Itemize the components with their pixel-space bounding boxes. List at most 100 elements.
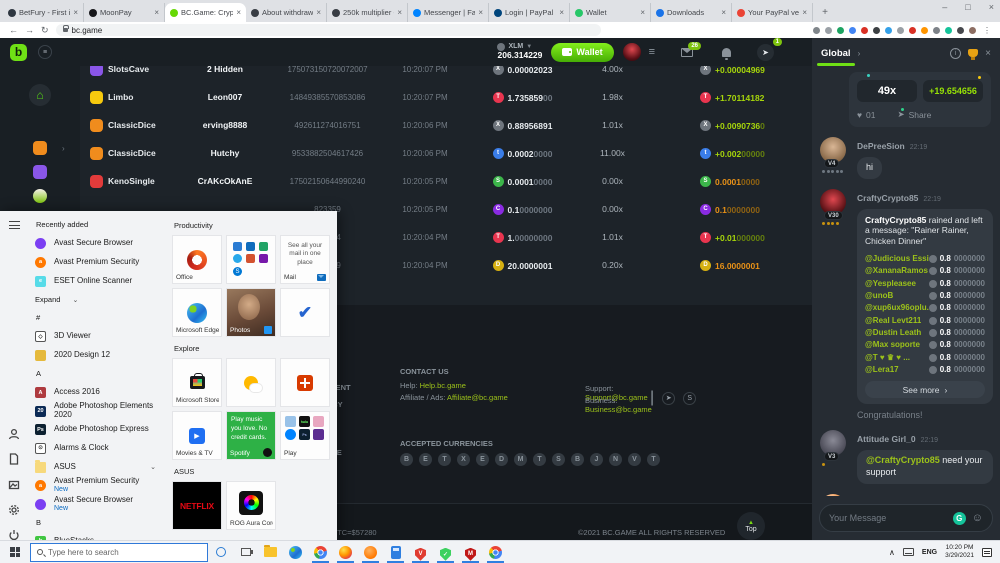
tile-photos[interactable]: Photos — [226, 288, 276, 337]
chevron-down-icon[interactable]: ⌄ — [150, 463, 156, 471]
search-input[interactable] — [48, 548, 201, 557]
wallet-button[interactable]: Wallet — [551, 43, 613, 62]
extension-icon[interactable] — [897, 27, 904, 34]
taskbar-app-icon[interactable] — [333, 541, 358, 563]
recipient-name[interactable]: @xup6ux96oplu... — [865, 303, 929, 313]
browser-tab[interactable]: Wallet × — [570, 3, 651, 22]
tile-office[interactable]: Office — [172, 235, 222, 284]
menu-icon[interactable] — [9, 221, 20, 229]
extension-icon[interactable] — [945, 27, 952, 34]
bet-row[interactable]: Limbo Leon007 14849385570853086 10:20:07… — [90, 83, 800, 111]
tile-weather[interactable] — [226, 358, 276, 407]
taskbar-app-icon[interactable] — [308, 541, 333, 563]
recipient-name[interactable]: @Real Levt211 — [865, 316, 921, 326]
taskbar-app-icon[interactable] — [208, 541, 233, 563]
start-menu-item[interactable]: 2020 Design 12 — [28, 346, 165, 365]
start-menu-item[interactable]: Ps Adobe Photoshop Express — [28, 421, 165, 440]
username[interactable]: DePreeSion — [857, 141, 905, 151]
language-indicator[interactable]: ENG — [922, 549, 937, 556]
avatar[interactable] — [820, 494, 846, 496]
balance-selector[interactable]: XLM ▼ 206.314229 — [497, 43, 542, 60]
start-menu-item[interactable]: ASUS ⌄ — [28, 458, 165, 477]
back-to-top-button[interactable]: ▲Top — [737, 512, 765, 540]
username[interactable]: CraftyCrypto85 — [857, 193, 918, 203]
chevron-down-icon[interactable]: ⌄ — [72, 296, 78, 304]
back-icon[interactable]: ← — [9, 26, 18, 35]
forward-icon[interactable]: → — [25, 26, 34, 35]
bet-row[interactable]: ClassicDice erving8888 492611274016751 1… — [90, 111, 800, 139]
extension-icon[interactable] — [885, 27, 892, 34]
start-menu-item[interactable]: a Avast Premium SecurityNew — [28, 476, 165, 495]
sidebar-home-icon[interactable]: ⌂ — [29, 84, 51, 106]
chat-toggle-button[interactable]: ➤ 1 — [757, 44, 774, 61]
info-icon[interactable]: i — [950, 48, 961, 59]
recipient-name[interactable]: @XananaRamos — [865, 266, 928, 276]
settings-icon[interactable] — [8, 504, 20, 516]
see-more-button[interactable]: See more› — [865, 381, 985, 398]
tab-close-icon[interactable]: × — [802, 8, 807, 17]
sidebar-slots-icon[interactable] — [33, 165, 47, 179]
tab-close-icon[interactable]: × — [236, 8, 241, 17]
emoji-icon[interactable]: ☺ — [972, 513, 983, 524]
sidebar-dice-icon[interactable] — [33, 141, 47, 155]
account-icon[interactable] — [8, 428, 20, 440]
sidebar-egg-icon[interactable] — [33, 189, 47, 203]
refresh-icon[interactable]: ↻ — [41, 26, 49, 35]
start-menu-item[interactable]: Avast Secure BrowserNew — [28, 495, 165, 514]
start-button[interactable] — [0, 541, 30, 563]
tile-edge[interactable]: Microsoft Edge — [172, 288, 222, 337]
taskbar-app-icon[interactable] — [358, 541, 383, 563]
skype-icon[interactable]: S — [683, 392, 696, 405]
mention[interactable]: @CraftyCrypto85 — [866, 455, 940, 465]
recipient-name[interactable]: @Max soporte — [865, 340, 920, 350]
profile-menu-icon[interactable]: ≡ — [649, 46, 655, 58]
start-menu-item[interactable]: Avast Secure Browser — [28, 235, 165, 254]
extension-icon[interactable] — [957, 27, 964, 34]
tab-close-icon[interactable]: × — [73, 8, 78, 17]
chat-message-input[interactable] — [829, 513, 947, 523]
minimize-icon[interactable]: – — [942, 2, 947, 12]
bet-player[interactable]: erving8888 — [165, 120, 285, 130]
bet-player[interactable]: Hutchy — [165, 148, 285, 158]
inbox-button[interactable]: 26 — [681, 48, 693, 57]
start-menu-item[interactable]: B — [28, 514, 165, 533]
chat-messages[interactable]: 49x +19.654656 ♥ 01 ➤Share V4 DePreeSion… — [812, 68, 1000, 496]
taskbar-search[interactable] — [30, 543, 208, 562]
tile-office-apps[interactable]: S — [226, 235, 276, 284]
tab-close-icon[interactable]: × — [478, 8, 483, 17]
extension-icon[interactable] — [933, 27, 940, 34]
start-menu-item[interactable]: Recently added — [28, 216, 165, 235]
username[interactable]: Attitude Girl_0 — [857, 434, 916, 444]
browser-tab[interactable]: BC.Game: Crypto C × — [165, 3, 246, 22]
telegram-icon[interactable]: ➤ — [662, 392, 675, 405]
sidebar-toggle-icon[interactable]: ≡ — [38, 45, 52, 59]
maximize-icon[interactable]: □ — [965, 2, 970, 12]
trophy-icon[interactable] — [968, 49, 978, 57]
pictures-icon[interactable] — [8, 479, 20, 491]
extension-icon[interactable] — [909, 27, 916, 34]
extension-icon[interactable] — [813, 27, 820, 34]
start-menu-item[interactable]: a Avast Premium Security — [28, 253, 165, 272]
bet-row[interactable]: ClassicDice Hutchy 9533882504617426 10:2… — [90, 139, 800, 167]
taskbar-app-icon[interactable] — [383, 541, 408, 563]
bet-player[interactable]: Leon007 — [165, 92, 285, 102]
start-menu-item[interactable]: ◇ 3D Viewer — [28, 328, 165, 347]
tile-microsoft-store[interactable]: Microsoft Store — [172, 358, 222, 407]
tab-close-icon[interactable]: × — [640, 8, 645, 17]
bcgame-logo-icon[interactable]: b — [10, 44, 27, 61]
bet-player[interactable]: CrAKcOkAnE — [165, 176, 285, 186]
taskbar-app-icon[interactable] — [233, 541, 258, 563]
bet-row[interactable]: KenoSingle CrAKcOkAnE 17502150644990240 … — [90, 167, 800, 195]
tile-play[interactable]: hulu Ps Play — [280, 411, 330, 460]
tab-close-icon[interactable]: × — [721, 8, 726, 17]
tab-close-icon[interactable]: × — [316, 8, 321, 17]
browser-tab[interactable]: 250k multiplier - S × — [327, 3, 408, 22]
browser-tab[interactable]: BetFury - First i-G × — [3, 3, 84, 22]
chevron-right-icon[interactable]: › — [858, 49, 861, 58]
tile-office-hub[interactable] — [280, 358, 330, 407]
extension-icon[interactable] — [837, 27, 844, 34]
bet-share-card[interactable]: 49x +19.654656 ♥ 01 ➤Share — [849, 72, 991, 127]
clock[interactable]: 10:20 PM3/29/2021 — [945, 544, 974, 560]
recipient-name[interactable]: @T ♥ ♛ ♥ ... — [865, 353, 910, 363]
extension-icon[interactable] — [849, 27, 856, 34]
